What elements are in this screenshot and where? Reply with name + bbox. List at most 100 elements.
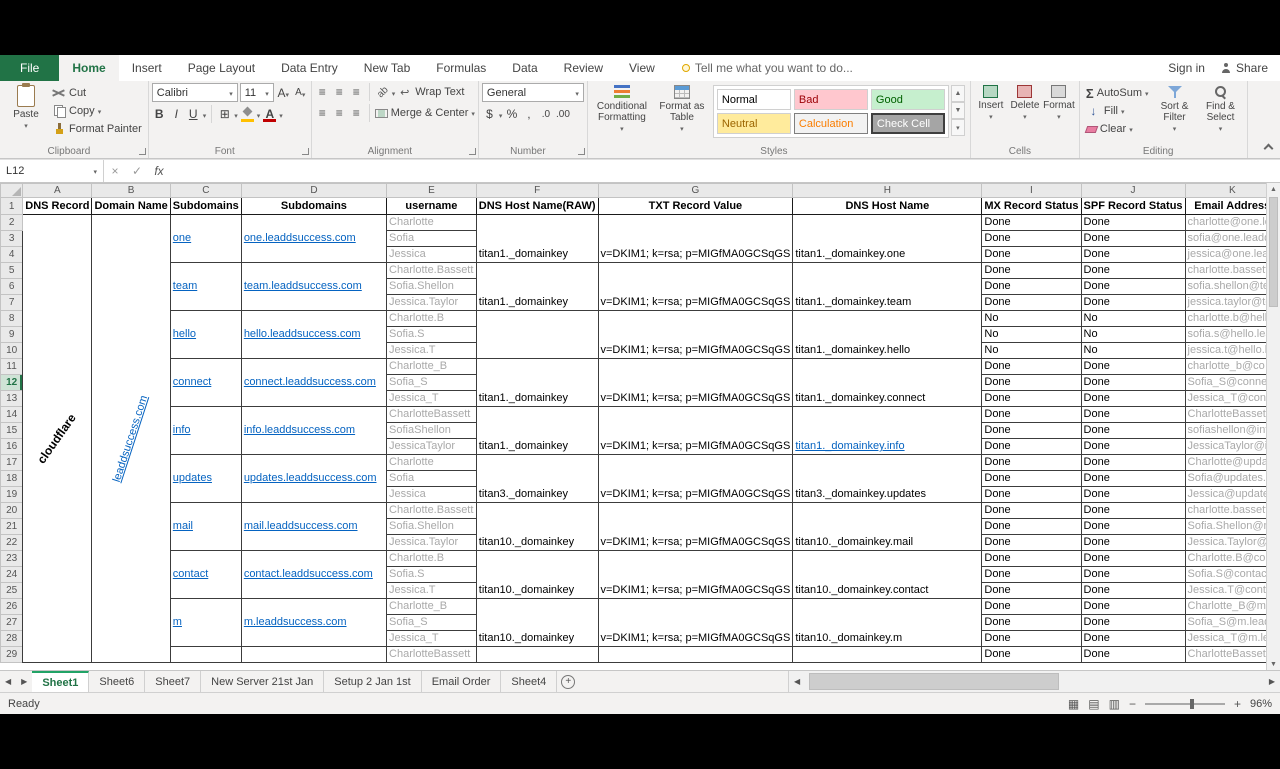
sheet-tab-new-server-21st-jan[interactable]: New Server 21st Jan [201, 671, 324, 692]
cell-D5[interactable]: team.leaddsuccess.com [241, 263, 386, 311]
ribbon-tab-view[interactable]: View [616, 55, 668, 81]
cell-F2[interactable]: titan1._domainkey [476, 215, 598, 263]
merge-center-button[interactable]: Merge & Center [375, 105, 475, 121]
cell-E6[interactable]: Sofia.Shellon [387, 279, 477, 295]
cell-E5[interactable]: Charlotte.Bassett [387, 263, 477, 279]
format-as-table-button[interactable]: Format as Table [653, 83, 711, 140]
cell-E25[interactable]: Jessica.T [387, 583, 477, 599]
gallery-more-button[interactable] [951, 119, 965, 136]
cell-I14[interactable]: Done [982, 407, 1081, 423]
column-header-B[interactable]: B [92, 184, 170, 198]
subdomain-url-link[interactable]: connect.leaddsuccess.com [244, 376, 376, 388]
row-header-21[interactable]: 21 [1, 519, 23, 535]
clipboard-dialog-launcher[interactable] [139, 148, 146, 155]
cell-I2[interactable]: Done [982, 215, 1081, 231]
cell-H29[interactable] [793, 647, 982, 663]
row-header-18[interactable]: 18 [1, 471, 23, 487]
cell-D23[interactable]: contact.leaddsuccess.com [241, 551, 386, 599]
cell-H20[interactable]: titan10._domainkey.mail [793, 503, 982, 551]
cell-E7[interactable]: Jessica.Taylor [387, 295, 477, 311]
sheet-tab-sheet1[interactable]: Sheet1 [32, 671, 89, 692]
row-header-20[interactable]: 20 [1, 503, 23, 519]
ribbon-tab-review[interactable]: Review [551, 55, 616, 81]
page-break-view-button[interactable] [1109, 697, 1120, 711]
decrease-decimal-button[interactable]: .00 [555, 105, 570, 123]
find-select-button[interactable]: Find & Select [1198, 83, 1244, 139]
row-header-5[interactable]: 5 [1, 263, 23, 279]
copy-button[interactable]: Copy [52, 103, 142, 119]
row-header-4[interactable]: 4 [1, 247, 23, 263]
cell-I7[interactable]: Done [982, 295, 1081, 311]
cell-H17[interactable]: titan3._domainkey.updates [793, 455, 982, 503]
cell-F17[interactable]: titan3._domainkey [476, 455, 598, 503]
cell-J21[interactable]: Done [1081, 519, 1185, 535]
share-button[interactable]: Share [1221, 61, 1268, 75]
cell-G5[interactable]: v=DKIM1; k=rsa; p=MIGfMA0GCSqGS [598, 263, 793, 311]
row-header-2[interactable]: 2 [1, 215, 23, 231]
subdomain-link[interactable]: m [173, 616, 182, 628]
row-header-12[interactable]: 12 [1, 375, 23, 391]
cell-J14[interactable]: Done [1081, 407, 1185, 423]
cell-style-bad[interactable]: Bad [794, 89, 868, 110]
cell-B1[interactable]: Domain Name [92, 198, 170, 215]
cell-C11[interactable]: connect [170, 359, 241, 407]
font-size-select[interactable]: 11 [240, 83, 274, 102]
sheet-tab-setup-2-jan-1st[interactable]: Setup 2 Jan 1st [324, 671, 421, 692]
cell-style-calculation[interactable]: Calculation [794, 113, 868, 134]
cell-D11[interactable]: connect.leaddsuccess.com [241, 359, 386, 407]
cell-H2[interactable]: titan1._domainkey.one [793, 215, 982, 263]
accounting-format-button[interactable]: $ [482, 105, 497, 123]
column-header-D[interactable]: D [241, 184, 386, 198]
cell-I5[interactable]: Done [982, 263, 1081, 279]
ribbon-tab-page-layout[interactable]: Page Layout [175, 55, 268, 81]
cell-style-check-cell[interactable]: Check Cell [871, 113, 945, 134]
subdomain-url-link[interactable]: updates.leaddsuccess.com [244, 472, 377, 484]
italic-button[interactable]: I [169, 105, 184, 123]
cell-D8[interactable]: hello.leaddsuccess.com [241, 311, 386, 359]
add-sheet-button[interactable]: + [557, 671, 579, 692]
cell-G20[interactable]: v=DKIM1; k=rsa; p=MIGfMA0GCSqGS [598, 503, 793, 551]
conditional-formatting-button[interactable]: Conditional Formatting [591, 83, 653, 140]
row-header-26[interactable]: 26 [1, 599, 23, 615]
cell-G14[interactable]: v=DKIM1; k=rsa; p=MIGfMA0GCSqGS [598, 407, 793, 455]
cell-E10[interactable]: Jessica.T [387, 343, 477, 359]
sort-filter-button[interactable]: Sort & Filter [1152, 83, 1198, 139]
row-header-11[interactable]: 11 [1, 359, 23, 375]
cell-C1[interactable]: Subdomains [170, 198, 241, 215]
bold-button[interactable]: B [152, 105, 167, 123]
number-format-select[interactable]: General [482, 83, 584, 102]
cell-J11[interactable]: Done [1081, 359, 1185, 375]
delete-cells-button[interactable]: Delete [1008, 83, 1042, 123]
normal-view-button[interactable] [1068, 697, 1079, 711]
cell-style-neutral[interactable]: Neutral [717, 113, 791, 134]
row-header-6[interactable]: 6 [1, 279, 23, 295]
ribbon-tab-new-tab[interactable]: New Tab [351, 55, 423, 81]
subdomain-link[interactable]: hello [173, 328, 196, 340]
font-color-button[interactable]: A [262, 105, 277, 123]
row-header-17[interactable]: 17 [1, 455, 23, 471]
cell-I15[interactable]: Done [982, 423, 1081, 439]
scroll-right-arrow[interactable] [1264, 671, 1280, 692]
cell-I25[interactable]: Done [982, 583, 1081, 599]
autosum-button[interactable]: ΣAutoSum [1086, 85, 1149, 101]
row-header-22[interactable]: 22 [1, 535, 23, 551]
cell-G23[interactable]: v=DKIM1; k=rsa; p=MIGfMA0GCSqGS [598, 551, 793, 599]
cell-I23[interactable]: Done [982, 551, 1081, 567]
cell-D26[interactable]: m.leaddsuccess.com [241, 599, 386, 647]
cell-H23[interactable]: titan10._domainkey.contact [793, 551, 982, 599]
cell-E9[interactable]: Sofia.S [387, 327, 477, 343]
font-dialog-launcher[interactable] [302, 148, 309, 155]
cell-F11[interactable]: titan1._domainkey [476, 359, 598, 407]
subdomain-url-link[interactable]: mail.leaddsuccess.com [244, 520, 358, 532]
cell-D17[interactable]: updates.leaddsuccess.com [241, 455, 386, 503]
cell-J8[interactable]: No [1081, 311, 1185, 327]
subdomain-link[interactable]: mail [173, 520, 193, 532]
cell-E16[interactable]: JessicaTaylor [387, 439, 477, 455]
row-header-3[interactable]: 3 [1, 231, 23, 247]
cell-J15[interactable]: Done [1081, 423, 1185, 439]
cell-I17[interactable]: Done [982, 455, 1081, 471]
cell-B2[interactable]: leaddsuccess.com [92, 215, 170, 663]
cell-G29[interactable] [598, 647, 793, 663]
cell-J3[interactable]: Done [1081, 231, 1185, 247]
cell-J7[interactable]: Done [1081, 295, 1185, 311]
